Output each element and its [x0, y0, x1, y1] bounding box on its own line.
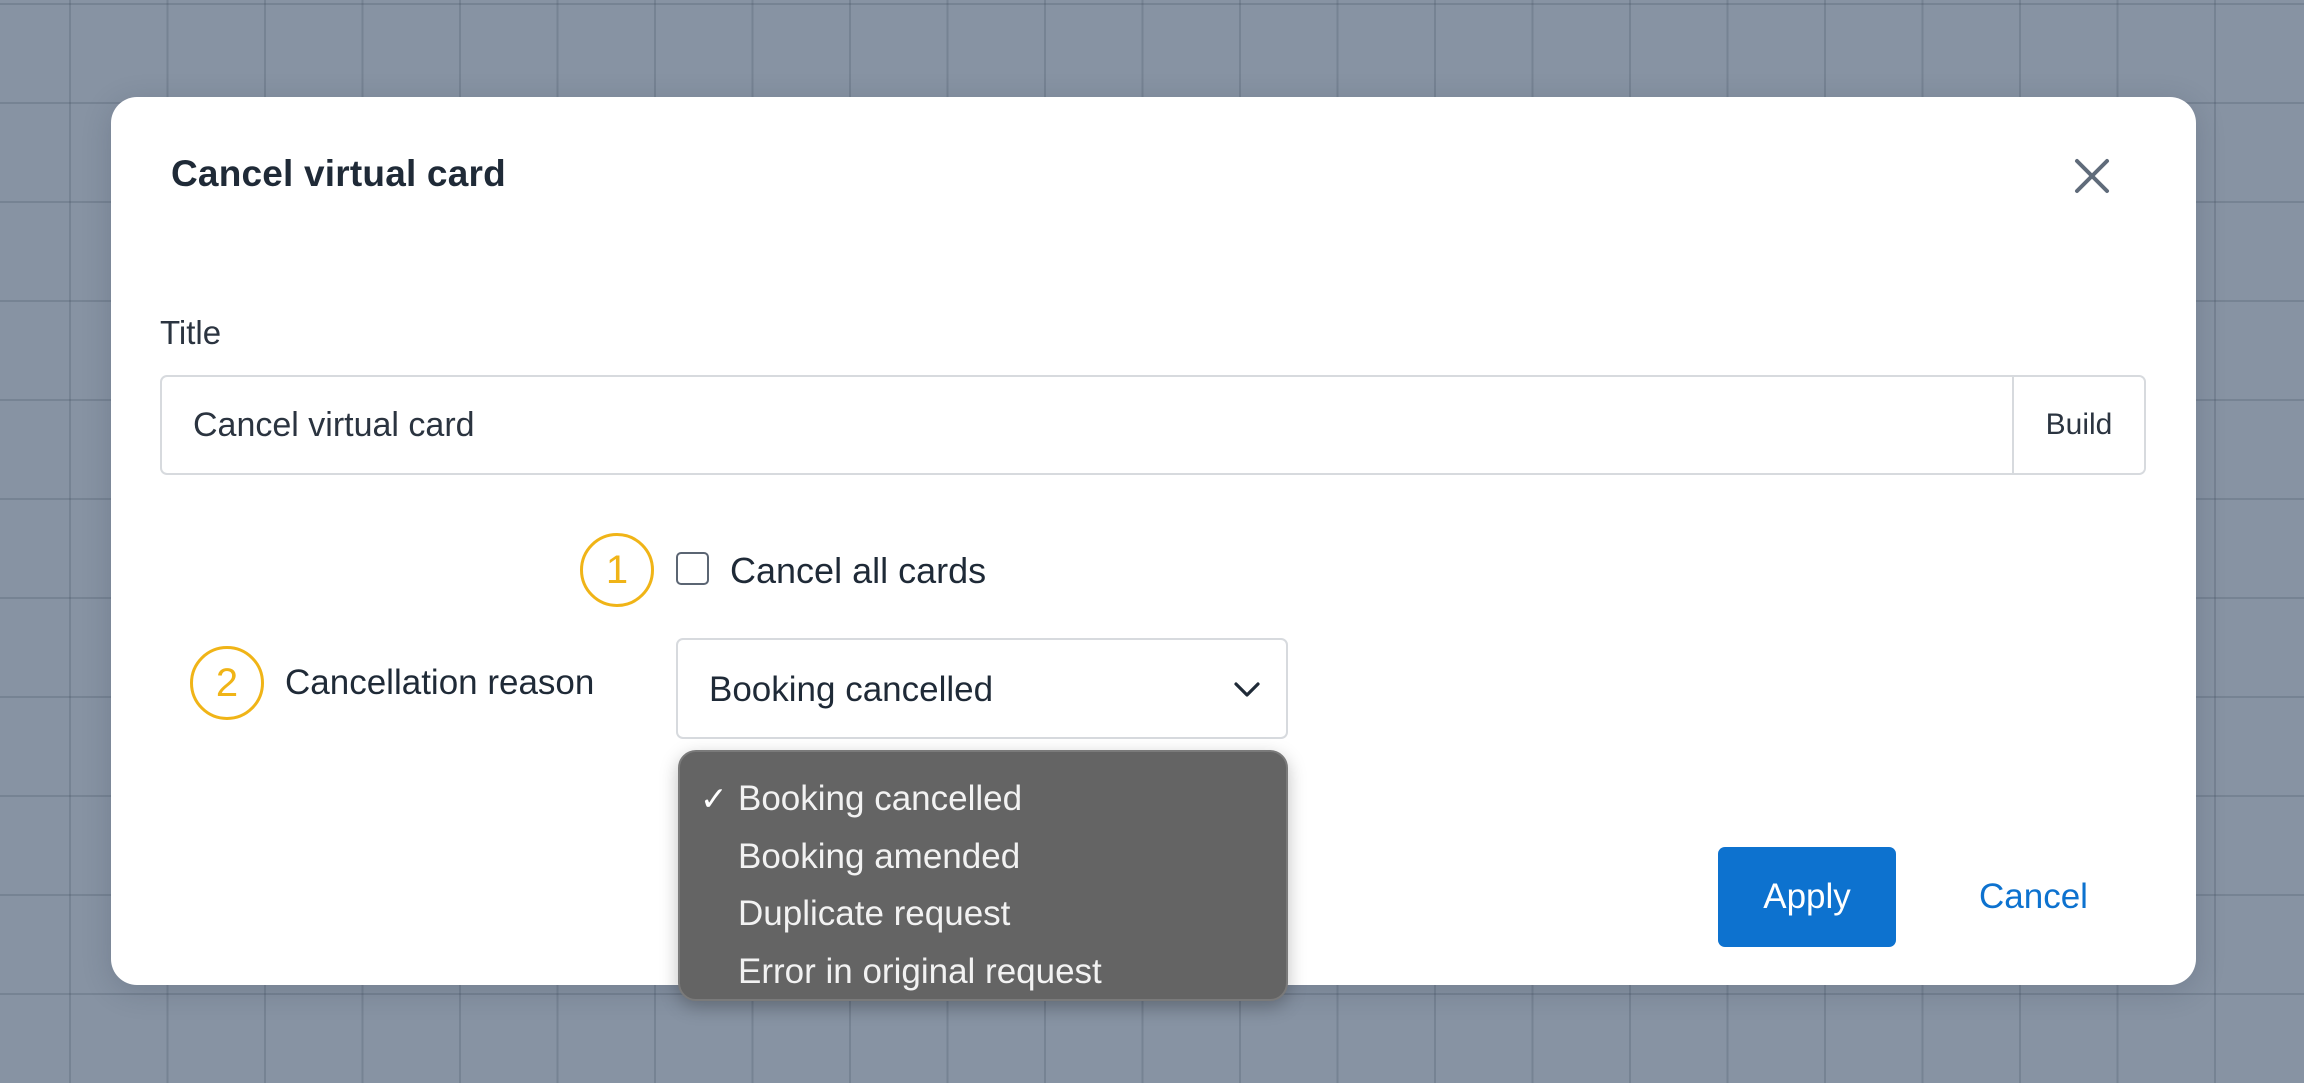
close-button[interactable]: [2067, 151, 2117, 201]
chevron-down-icon: [1234, 682, 1260, 697]
apply-button[interactable]: Apply: [1718, 847, 1896, 947]
step-badge-2: 2: [190, 646, 264, 720]
option-label: Error in original request: [738, 951, 1102, 991]
select-value: Booking cancelled: [709, 670, 994, 709]
option-booking-cancelled[interactable]: ✓ Booking cancelled: [680, 770, 1286, 828]
option-error-in-original-request[interactable]: Error in original request: [680, 943, 1286, 1001]
title-label: Title: [160, 314, 222, 351]
option-duplicate-request[interactable]: Duplicate request: [680, 885, 1286, 943]
cancel-card-dialog: Cancel virtual card Title Build 1 Cancel…: [111, 97, 2196, 1001]
cancellation-reason-select[interactable]: Booking cancelled: [676, 638, 1288, 739]
checkbox-box[interactable]: [676, 551, 709, 585]
close-icon: [2075, 159, 2109, 193]
reason-dropdown-menu: ✓ Booking cancelled Booking amended Dupl…: [678, 750, 1288, 1001]
cancellation-reason-label: Cancellation reason: [285, 663, 595, 702]
option-label: Duplicate request: [738, 894, 1011, 933]
option-booking-amended[interactable]: Booking amended: [680, 828, 1286, 886]
option-label: Booking amended: [738, 836, 1021, 876]
step-badge-1: 1: [580, 533, 654, 607]
cancel-all-cards-label: Cancel all cards: [730, 550, 987, 591]
checkmark-icon: ✓: [700, 780, 728, 817]
cancel-button[interactable]: Cancel: [1979, 877, 2088, 917]
dialog-title: Cancel virtual card: [171, 153, 506, 194]
title-input[interactable]: [162, 377, 2012, 473]
build-button[interactable]: Build: [2012, 377, 2144, 473]
cancel-all-cards-checkbox[interactable]: Cancel all cards: [676, 550, 986, 592]
title-input-group: Build: [160, 375, 2146, 475]
option-label: Booking cancelled: [738, 779, 1023, 818]
